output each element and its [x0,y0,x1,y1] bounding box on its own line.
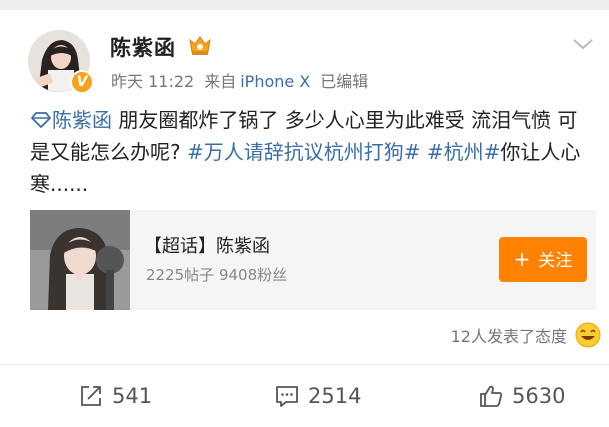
verified-v-icon: V [70,70,94,94]
comment-count: 2514 [308,384,362,408]
reaction-summary[interactable]: 12人发表了态度 [451,322,601,348]
action-bar: 541 2514 5630 [0,365,609,427]
reaction-text: 12人发表了态度 [450,327,567,346]
super-topic-card[interactable]: 【超话】陈紫函 2225帖子 9408粉丝 + 关注 [30,210,596,310]
like-count: 5630 [512,384,566,408]
follow-button[interactable]: + 关注 [499,237,587,282]
topic-thumbnail [30,210,130,310]
thumbs-up-icon [480,385,503,407]
post-header: V 陈紫函 昨天 11:22 来自 iPhone X 已编辑 [0,26,609,96]
laughing-emoji-icon [575,322,601,348]
comment-button[interactable]: 2514 [274,383,361,409]
comment-icon [276,386,298,407]
top-separator [0,0,609,10]
post-source[interactable]: iPhone X [240,72,310,91]
chevron-down-icon[interactable] [571,36,595,52]
hashtag-link[interactable]: #杭州# [427,140,501,164]
edited-label[interactable]: 已编辑 [320,72,368,91]
topic-title[interactable]: 【超话】陈紫函 [144,232,270,258]
repost-icon [81,386,101,406]
post-content: 陈紫函 朋友圈都炸了锅了 多少人心里为此难受 流泪气愤 可是又能怎么办呢? #万… [30,104,590,200]
post-time: 昨天 11:22 [111,72,195,91]
topic-stats: 2225帖子 9408粉丝 [146,266,288,284]
diamond-mention-icon [30,112,52,129]
source-prefix: 来自 [204,72,237,91]
post-meta: 昨天 11:22 来自 iPhone X 已编辑 [111,68,378,92]
like-button[interactable]: 5630 [478,383,565,409]
hashtag-link[interactable]: #万人请辞抗议杭州打狗# [187,140,421,164]
vip-crown-icon[interactable] [188,34,212,56]
follow-plus: + [513,247,531,271]
mention-link[interactable]: 陈紫函 [52,108,112,132]
repost-count: 541 [112,384,153,408]
username[interactable]: 陈紫函 [110,32,176,62]
repost-button[interactable]: 541 [78,383,152,409]
follow-label: 关注 [538,251,573,271]
